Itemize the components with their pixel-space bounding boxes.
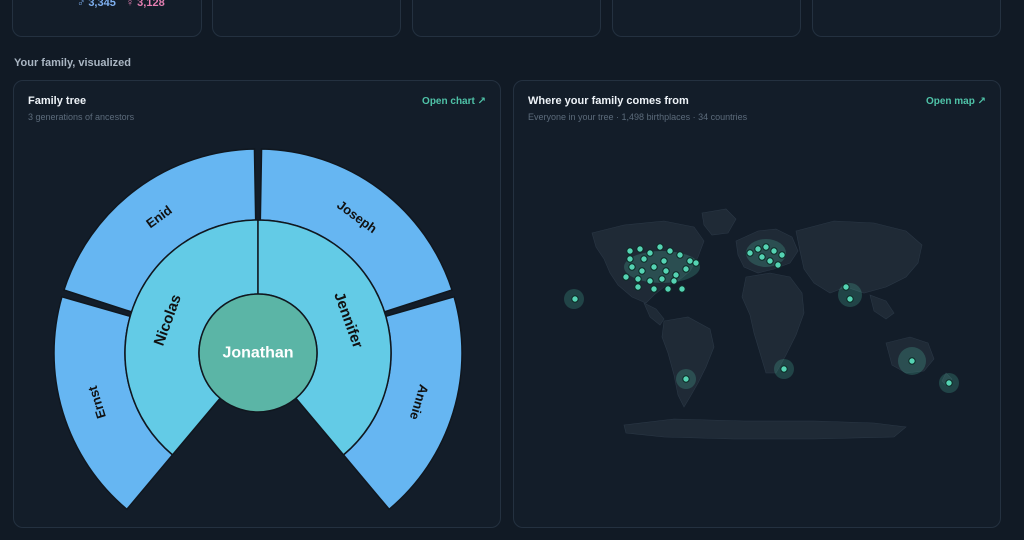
birthplace-marker[interactable] <box>780 365 788 373</box>
birthplace-marker[interactable] <box>682 375 690 383</box>
birthplace-marker[interactable] <box>762 243 770 251</box>
birthplace-marker[interactable] <box>778 251 786 259</box>
stat-card-gender: ♂ 3,345 ♀ 3,128 <box>12 0 202 37</box>
birthplace-marker[interactable] <box>622 273 630 281</box>
stat-card-2 <box>212 0 401 37</box>
birthplace-marker[interactable] <box>638 267 646 275</box>
cluster-glow <box>838 283 862 307</box>
map-panel: Where your family comes from Everyone in… <box>513 80 1001 528</box>
section-title: Your family, visualized <box>14 57 131 69</box>
gender-counts: ♂ 3,345 ♀ 3,128 <box>77 0 165 9</box>
birthplace-marker[interactable] <box>758 253 766 261</box>
world-map[interactable] <box>514 81 1001 528</box>
asia-shape <box>795 220 923 294</box>
birthplace-marker[interactable] <box>571 295 579 303</box>
birthplace-marker[interactable] <box>908 357 916 365</box>
birthplace-marker[interactable] <box>662 267 670 275</box>
birthplace-marker[interactable] <box>770 247 778 255</box>
birthplace-marker[interactable] <box>660 257 668 265</box>
birthplace-marker[interactable] <box>664 285 672 293</box>
family-tree-panel: Family tree 3 generations of ancestors O… <box>13 80 501 528</box>
birthplace-marker[interactable] <box>658 275 666 283</box>
birthplace-marker[interactable] <box>686 257 694 265</box>
birthplace-marker[interactable] <box>766 257 774 265</box>
birthplace-marker[interactable] <box>634 275 642 283</box>
birthplace-marker[interactable] <box>842 283 850 291</box>
root-person-label: Jonathan <box>222 345 293 362</box>
central-america-shape <box>643 302 665 326</box>
birthplace-marker[interactable] <box>754 245 762 253</box>
female-icon: ♀ <box>125 0 135 9</box>
birthplace-marker[interactable] <box>672 271 680 279</box>
birthplace-marker[interactable] <box>670 277 678 285</box>
birthplace-marker[interactable] <box>626 255 634 263</box>
male-icon: ♂ <box>77 0 86 9</box>
birthplace-marker[interactable] <box>650 263 658 271</box>
birthplace-marker[interactable] <box>636 245 644 253</box>
south-america-shape <box>661 316 715 408</box>
birthplace-marker[interactable] <box>640 255 648 263</box>
africa-shape <box>741 272 805 374</box>
greenland-shape <box>701 208 737 236</box>
birthplace-marker[interactable] <box>746 249 754 257</box>
birthplace-marker[interactable] <box>646 277 654 285</box>
birthplace-marker[interactable] <box>646 249 654 257</box>
birthplace-marker[interactable] <box>682 265 690 273</box>
stat-card-5 <box>812 0 1001 37</box>
birthplace-marker[interactable] <box>846 295 854 303</box>
birthplace-marker[interactable] <box>676 251 684 259</box>
birthplace-marker[interactable] <box>628 263 636 271</box>
birthplace-marker[interactable] <box>678 285 686 293</box>
birthplace-marker[interactable] <box>666 247 674 255</box>
birthplace-marker[interactable] <box>626 247 634 255</box>
fan-chart[interactable]: JonathanNicolas JenniferErnstEnid JosephAn… <box>14 81 501 528</box>
birthplace-marker[interactable] <box>945 379 953 387</box>
birthplace-marker[interactable] <box>634 283 642 291</box>
birthplace-marker[interactable] <box>774 261 782 269</box>
stat-card-3 <box>412 0 601 37</box>
female-count: ♀ 3,128 <box>126 0 165 9</box>
antarctica-shape <box>623 418 907 440</box>
male-count: ♂ 3,345 <box>77 0 116 9</box>
birthplace-marker[interactable] <box>656 243 664 251</box>
birthplace-marker[interactable] <box>692 259 700 267</box>
southeast-asia-shape <box>869 294 895 320</box>
birthplace-marker[interactable] <box>650 285 658 293</box>
stat-card-4 <box>612 0 801 37</box>
